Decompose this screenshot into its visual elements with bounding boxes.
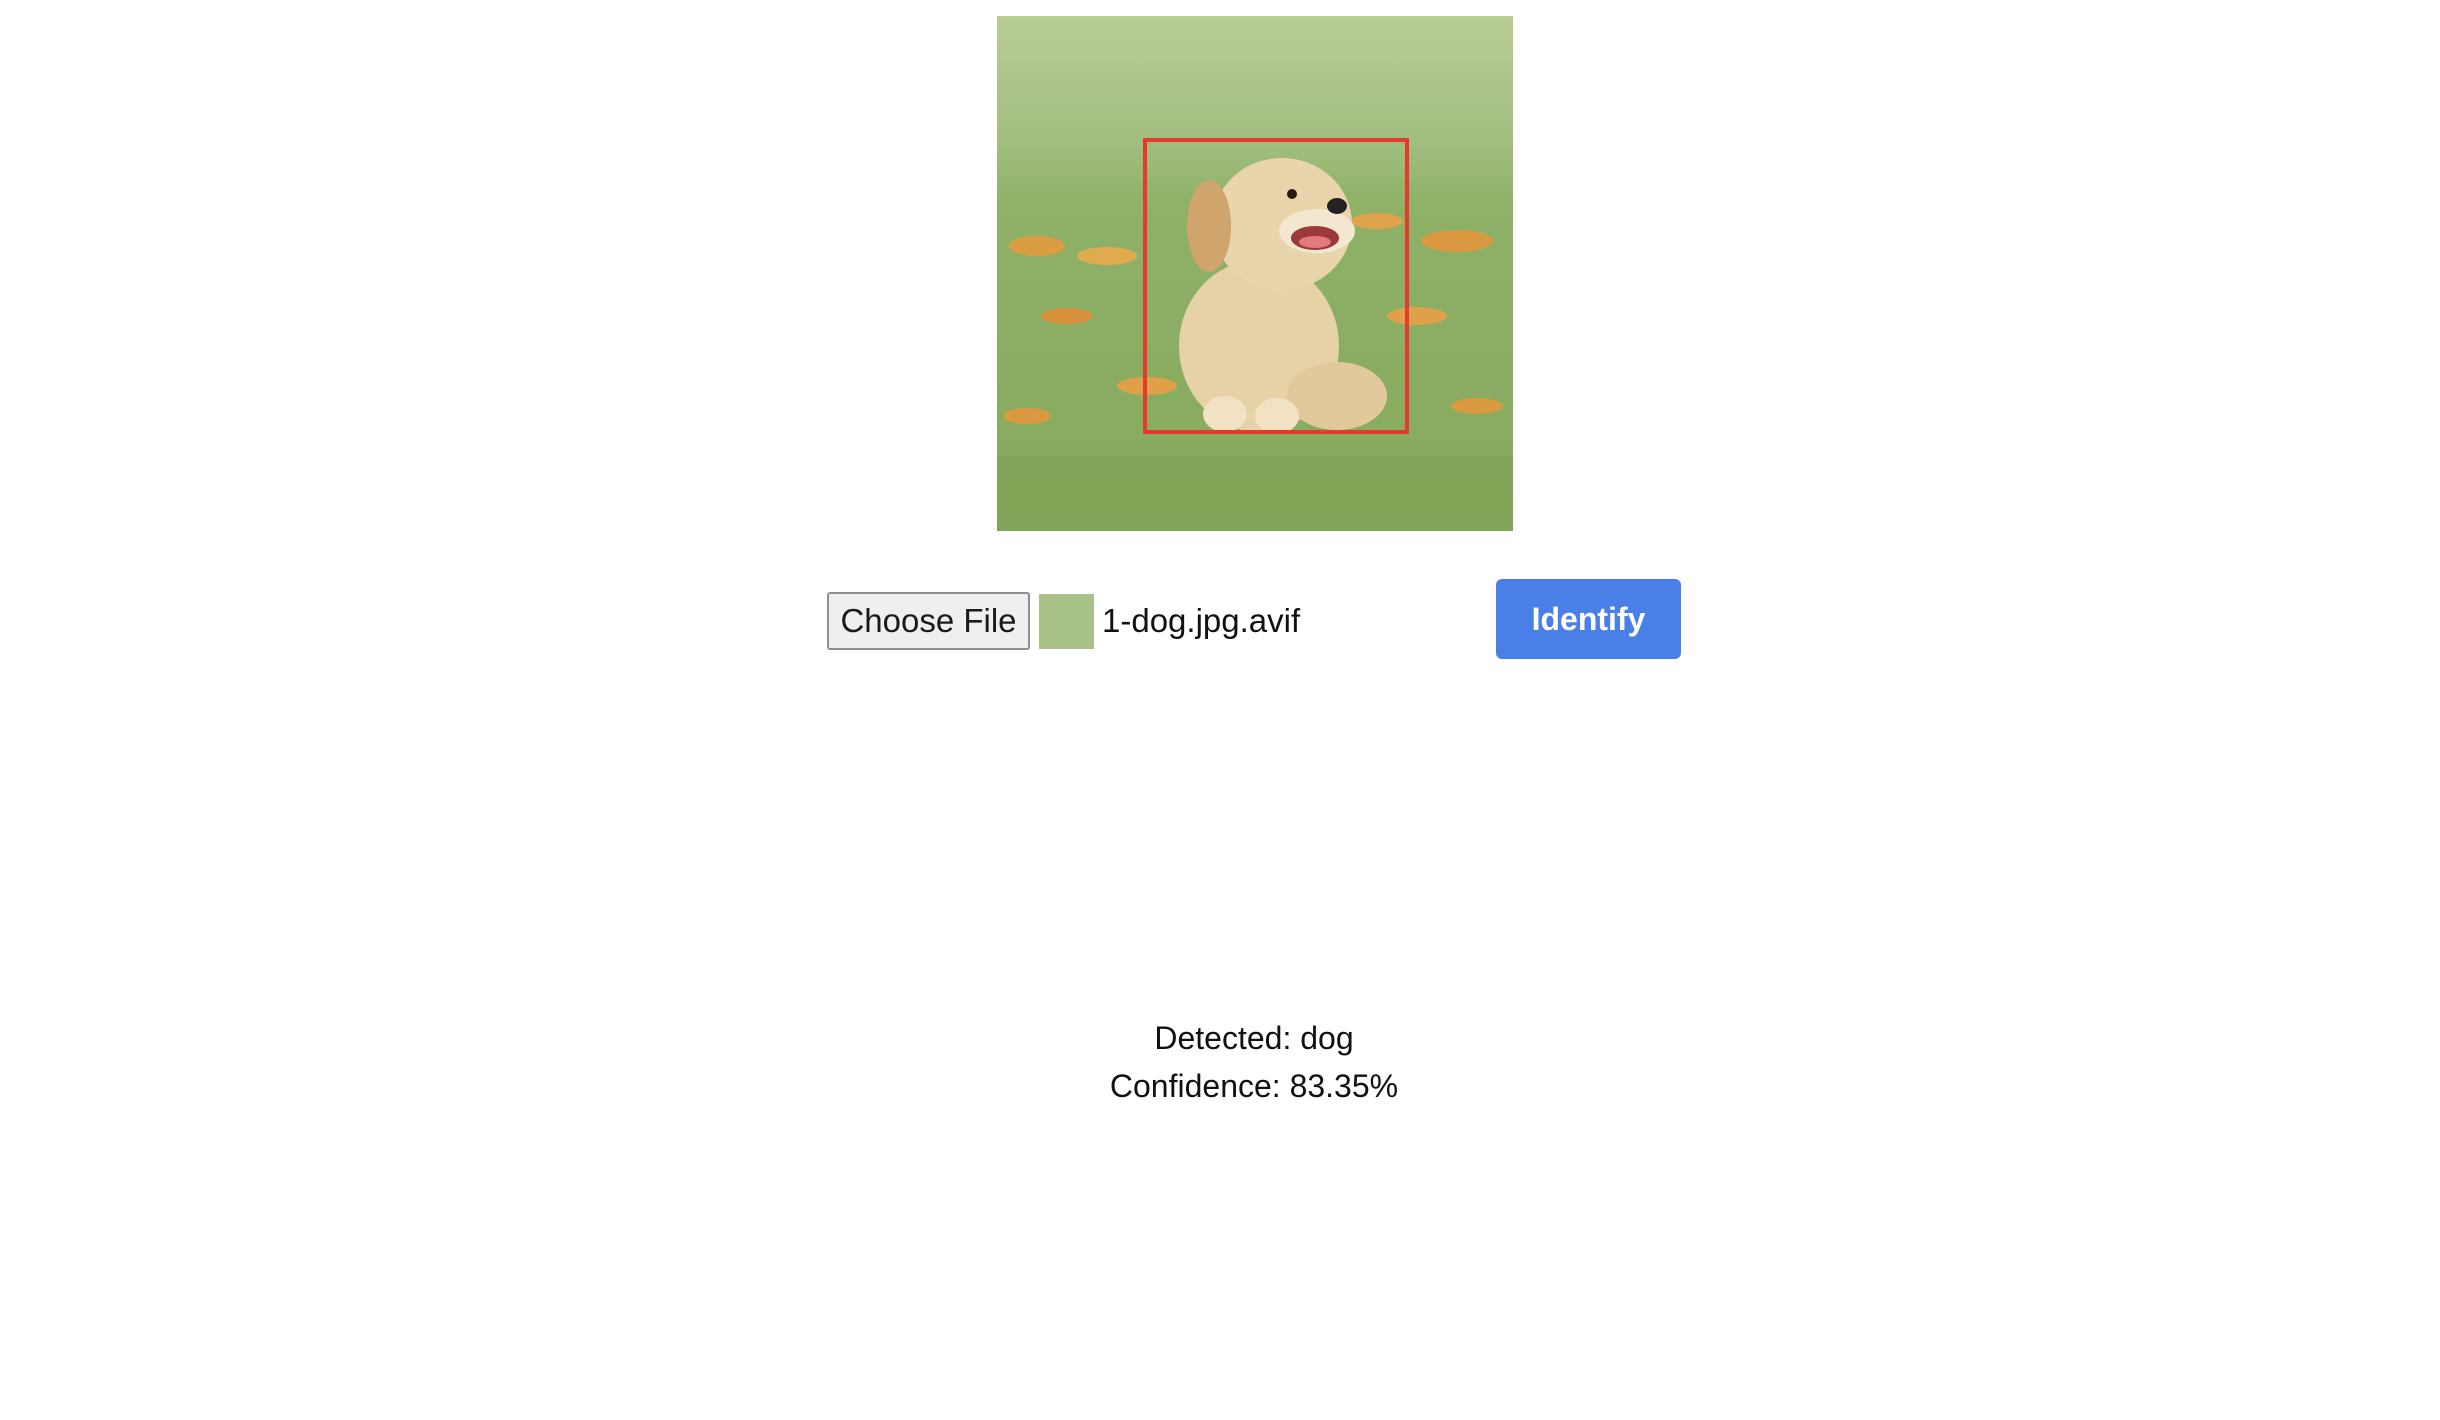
choose-file-button[interactable]: Choose File [827,592,1030,650]
confidence-label: Confidence: 83.35% [1109,1068,1399,1104]
uploaded-image-preview [997,16,1513,531]
identify-button[interactable]: Identify [1496,579,1681,659]
detected-label: Detected: dog [1154,1020,1354,1056]
file-thumbnail [1039,594,1094,649]
app-root: Choose File 1-dog.jpg.avif Identify Dete… [0,0,2440,1420]
selected-file-name: 1-dog.jpg.avif [1102,602,1301,639]
detection-bounding-box [1143,138,1409,434]
